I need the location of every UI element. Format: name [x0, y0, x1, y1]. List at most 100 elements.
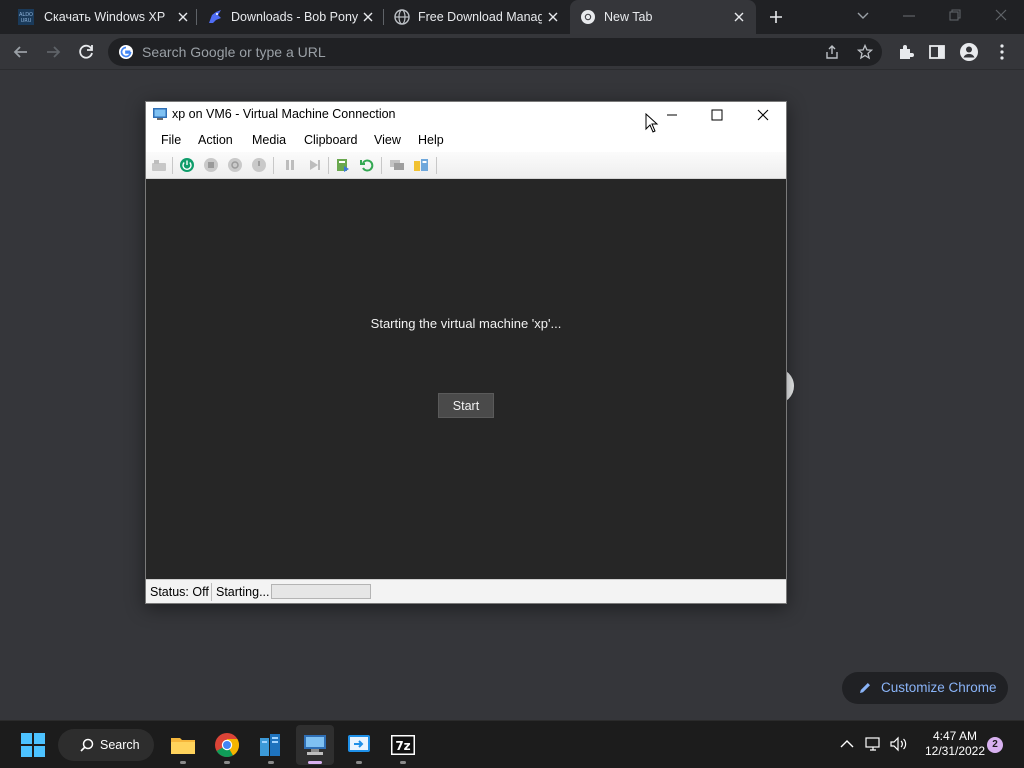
start-power-icon[interactable] [179, 157, 195, 173]
clock-date: 12/31/2022 [924, 744, 986, 758]
tab-downloads-bob-pony[interactable]: Downloads - Bob Pony [197, 0, 383, 34]
toolbar-separator [172, 157, 173, 174]
status-divider [211, 583, 212, 601]
turn-off-icon[interactable] [203, 157, 219, 173]
revert-icon[interactable] [359, 157, 375, 173]
omnibox[interactable] [108, 38, 882, 66]
close-icon[interactable] [177, 11, 189, 23]
pencil-icon [860, 683, 870, 693]
running-indicator [268, 761, 274, 764]
tab-title: Downloads - Bob Pony [231, 10, 359, 24]
taskbar: Search 7z 4:47 AM 12/31/2022 2 [0, 720, 1024, 768]
toolbar-separator [436, 157, 437, 174]
7zip-icon[interactable]: 7z [390, 732, 416, 758]
customize-chrome-label: Customize Chrome [881, 680, 997, 695]
vm-window-title: xp on VM6 - Virtual Machine Connection [172, 107, 396, 121]
hyper-v-manager-icon[interactable] [258, 732, 284, 758]
back-arrow-icon[interactable] [10, 41, 32, 63]
menu-view[interactable]: View [374, 133, 401, 147]
toolbar-separator [273, 157, 274, 174]
close-icon[interactable] [362, 11, 374, 23]
menu-help[interactable]: Help [418, 133, 444, 147]
reload-icon[interactable] [75, 41, 97, 63]
share-resources-icon[interactable] [413, 157, 429, 173]
browser-toolbar [0, 34, 1024, 70]
restore-icon[interactable] [949, 9, 961, 21]
bobpony-unicorn-icon [209, 10, 221, 23]
vm-status-activity: Starting... [216, 585, 270, 599]
windows-start-icon[interactable] [20, 732, 46, 758]
minimize-icon[interactable] [903, 15, 915, 17]
kebab-menu-icon[interactable] [991, 41, 1013, 63]
chevron-up-icon[interactable] [840, 739, 854, 749]
tab-skachat-windows-xp[interactable]: ALDO URU Скачать Windows XP S [0, 0, 196, 34]
chrome-icon[interactable] [214, 732, 240, 758]
omnibox-input[interactable] [142, 38, 782, 66]
forward-arrow-icon[interactable] [42, 41, 64, 63]
chrome-icon [581, 10, 595, 24]
running-indicator [356, 761, 362, 764]
close-icon[interactable] [547, 11, 559, 23]
checkpoint-icon[interactable] [335, 157, 351, 173]
tab-new-tab[interactable]: New Tab [570, 0, 756, 34]
menu-action[interactable]: Action [198, 133, 233, 147]
taskbar-search[interactable]: Search [58, 729, 154, 761]
menu-file[interactable]: File [161, 133, 181, 147]
shut-down-icon[interactable] [227, 157, 243, 173]
new-tab-plus-icon[interactable] [769, 10, 783, 24]
ctrl-alt-del-icon[interactable] [151, 157, 167, 173]
volume-icon[interactable] [890, 736, 908, 752]
start-button[interactable]: Start [438, 393, 494, 418]
enhanced-session-icon[interactable] [389, 157, 405, 173]
close-icon[interactable] [995, 9, 1007, 21]
toolbar-separator [381, 157, 382, 174]
search-icon [80, 738, 94, 752]
system-clock[interactable]: 4:47 AM 12/31/2022 [916, 729, 994, 759]
vm-titlebar[interactable]: xp on VM6 - Virtual Machine Connection [146, 102, 786, 128]
notification-badge[interactable]: 2 [987, 737, 1003, 753]
close-icon[interactable] [733, 11, 745, 23]
reset-icon[interactable] [306, 157, 322, 173]
share-icon[interactable] [824, 44, 840, 60]
mouse-cursor-icon [645, 113, 659, 133]
vm-monitor-icon [153, 108, 167, 120]
bookmark-star-icon[interactable] [857, 44, 873, 60]
running-indicator [224, 761, 230, 764]
maximize-icon[interactable] [694, 102, 740, 128]
globe-icon [394, 9, 410, 25]
remote-desktop-icon[interactable] [346, 732, 372, 758]
vm-status-message: Starting the virtual machine 'xp'... [370, 316, 562, 331]
tab-free-download-manager[interactable]: Free Download Manag [384, 0, 570, 34]
active-indicator [308, 761, 322, 764]
bobpony-favicon: ALDO URU [18, 9, 34, 25]
running-indicator [180, 761, 186, 764]
extensions-puzzle-icon[interactable] [895, 41, 917, 63]
clock-time: 4:47 AM [932, 729, 978, 743]
tab-title: Скачать Windows XP S [44, 10, 168, 24]
tab-title: Free Download Manag [418, 10, 542, 24]
customize-chrome-button[interactable]: Customize Chrome [842, 672, 1008, 704]
vm-menubar: File Action Media Clipboard View Help [146, 128, 786, 152]
network-icon[interactable] [865, 736, 883, 752]
save-state-icon[interactable] [251, 157, 267, 173]
vm-status-state: Status: Off [150, 585, 209, 599]
vm-connection-window: xp on VM6 - Virtual Machine Connection F… [145, 101, 787, 604]
chevron-down-icon[interactable] [857, 11, 869, 21]
vm-connection-icon[interactable] [302, 732, 328, 758]
vm-statusbar: Status: Off Starting... [146, 579, 786, 603]
vm-progress-bar [271, 584, 371, 599]
toolbar-separator [328, 157, 329, 174]
tab-title: New Tab [604, 10, 653, 24]
vm-display[interactable]: Starting the virtual machine 'xp'... Sta… [146, 179, 786, 579]
menu-media[interactable]: Media [252, 133, 286, 147]
close-icon[interactable] [740, 102, 786, 128]
side-panel-icon[interactable] [926, 41, 948, 63]
menu-clipboard[interactable]: Clipboard [304, 133, 358, 147]
tab-strip: ALDO URU Скачать Windows XP S Downloads … [0, 0, 1024, 34]
google-g-icon [119, 45, 133, 59]
file-explorer-icon[interactable] [170, 732, 196, 758]
svg-text:URU: URU [21, 18, 32, 24]
taskbar-search-label: Search [100, 738, 140, 752]
pause-icon[interactable] [282, 157, 298, 173]
profile-avatar-icon[interactable] [958, 41, 980, 63]
